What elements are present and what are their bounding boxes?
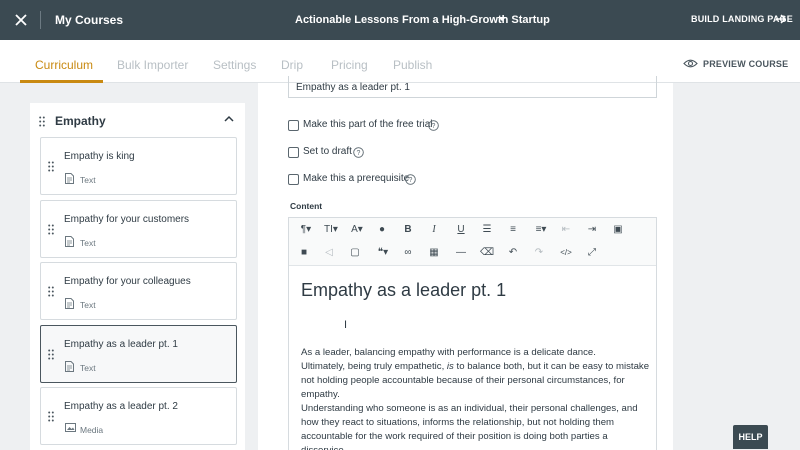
- outdent-icon[interactable]: ⇤: [559, 223, 573, 237]
- text-document-icon: [65, 173, 74, 184]
- svg-text:?: ?: [409, 177, 413, 184]
- drag-handle-icon[interactable]: [48, 224, 54, 235]
- prerequisite-label: Make this a prerequisite: [303, 173, 410, 184]
- body-line: Understanding who someone is as an indiv…: [301, 403, 638, 450]
- clear-format-icon[interactable]: ⌫: [480, 246, 494, 260]
- underline-icon[interactable]: U: [454, 223, 468, 237]
- align-icon[interactable]: ≡▾: [532, 223, 550, 237]
- bullet-list-icon[interactable]: ☰: [480, 223, 494, 237]
- lesson-type: Text: [80, 175, 96, 185]
- lesson-title-field[interactable]: Empathy as a leader pt. 1: [288, 76, 657, 98]
- preview-course-label: PREVIEW COURSE: [703, 59, 789, 69]
- chevron-down-icon[interactable]: [498, 16, 506, 22]
- audio-icon[interactable]: ◁: [322, 246, 336, 260]
- my-courses-link[interactable]: My Courses: [55, 13, 123, 27]
- lesson-item[interactable]: Empathy for your customers Text: [40, 200, 237, 258]
- fullscreen-icon[interactable]: ⤢: [585, 246, 599, 260]
- tab-drip[interactable]: Drip: [281, 58, 303, 72]
- quote-icon[interactable]: ❝▾: [373, 246, 393, 260]
- close-icon[interactable]: [12, 11, 30, 29]
- text-document-icon: [65, 361, 74, 372]
- lesson-item[interactable]: Empathy for your colleagues Text: [40, 262, 237, 320]
- section-title[interactable]: Empathy: [55, 114, 106, 128]
- italic-icon[interactable]: I: [427, 223, 441, 237]
- right-margin: [673, 83, 800, 450]
- eye-icon: [683, 59, 698, 68]
- chevron-up-icon[interactable]: [224, 115, 234, 122]
- lesson-item[interactable]: Empathy is king Text: [40, 137, 237, 195]
- free-trial-label: Make this part of the free trial: [303, 119, 433, 130]
- code-view-icon[interactable]: </>: [559, 246, 573, 260]
- video-icon[interactable]: ■: [297, 246, 311, 260]
- drag-handle-icon[interactable]: [48, 411, 54, 422]
- media-icon: [65, 423, 76, 432]
- prerequisite-checkbox[interactable]: [288, 174, 299, 185]
- svg-text:?: ?: [432, 123, 436, 130]
- tab-bulk-importer[interactable]: Bulk Importer: [117, 58, 188, 72]
- course-title-dropdown[interactable]: Actionable Lessons From a High-Growth St…: [295, 14, 550, 26]
- highlight-icon[interactable]: ●: [375, 223, 389, 237]
- lesson-type: Media: [80, 425, 104, 435]
- drag-handle-icon[interactable]: [48, 349, 54, 360]
- tab-curriculum[interactable]: Curriculum: [35, 58, 93, 72]
- file-icon[interactable]: ▢: [348, 246, 362, 260]
- help-circle-icon[interactable]: ?: [405, 174, 416, 185]
- text-document-icon: [65, 236, 74, 247]
- font-color-icon[interactable]: A▾: [348, 223, 366, 237]
- top-bar: My Courses Actionable Lessons From a Hig…: [0, 0, 800, 40]
- lesson-title: Empathy for your colleagues: [64, 276, 191, 287]
- lesson-title: Empathy as a leader pt. 1: [64, 339, 178, 350]
- editor-toolbar: ¶▾ TI▾ A▾ ● B I U ☰ ≡ ≡▾ ⇤ ⇥ ▣ ■ ◁ ▢ ❝▾ …: [289, 218, 656, 266]
- redo-icon[interactable]: ↷: [532, 246, 546, 260]
- numbered-list-icon[interactable]: ≡: [506, 223, 520, 237]
- table-icon[interactable]: ▦: [427, 246, 441, 260]
- drag-handle-icon[interactable]: [39, 116, 45, 127]
- image-icon[interactable]: ▣: [611, 223, 625, 237]
- lesson-type: Text: [80, 363, 96, 373]
- body-line: Ultimately, being truly empathetic, is t…: [301, 361, 650, 400]
- content-label: Content: [290, 201, 323, 211]
- bold-icon[interactable]: B: [401, 223, 415, 237]
- help-circle-icon[interactable]: ?: [428, 120, 439, 131]
- rich-text-editor[interactable]: ¶▾ TI▾ A▾ ● B I U ☰ ≡ ≡▾ ⇤ ⇥ ▣ ■ ◁ ▢ ❝▾ …: [288, 217, 657, 450]
- lesson-type: Text: [80, 300, 96, 310]
- horizontal-rule-icon[interactable]: —: [454, 246, 468, 260]
- lesson-item[interactable]: Empathy as a leader pt. 2 Media: [40, 387, 237, 445]
- svg-text:?: ?: [357, 150, 361, 157]
- arrow-right-icon[interactable]: [775, 13, 787, 25]
- active-tab-indicator: [20, 80, 103, 83]
- font-size-icon[interactable]: TI▾: [322, 223, 340, 237]
- lesson-type: Text: [80, 238, 96, 248]
- lesson-item-selected[interactable]: Empathy as a leader pt. 1 Text: [40, 325, 237, 383]
- lesson-editor: Empathy as a leader pt. 1 Make this part…: [258, 76, 673, 450]
- link-icon[interactable]: ∞: [401, 246, 415, 260]
- divider: [40, 11, 41, 29]
- help-circle-icon[interactable]: ?: [353, 147, 364, 158]
- lesson-title: Empathy as a leader pt. 2: [64, 401, 178, 412]
- undo-icon[interactable]: ↶: [506, 246, 520, 260]
- free-trial-checkbox[interactable]: [288, 120, 299, 131]
- help-button[interactable]: HELP: [733, 425, 768, 449]
- paragraph-format-icon[interactable]: ¶▾: [297, 223, 315, 237]
- tab-settings[interactable]: Settings: [213, 58, 256, 72]
- draft-checkbox[interactable]: [288, 147, 299, 158]
- drag-handle-icon[interactable]: [48, 161, 54, 172]
- lesson-title: Empathy for your customers: [64, 214, 190, 225]
- content-heading: Empathy as a leader pt. 1: [301, 280, 507, 300]
- lesson-title: Empathy is king: [64, 151, 135, 162]
- curriculum-sidebar: Empathy Empathy is king Text Empathy for…: [30, 103, 245, 450]
- indent-icon[interactable]: ⇥: [585, 223, 599, 237]
- body-line: As a leader, balancing empathy with perf…: [301, 347, 596, 358]
- draft-label: Set to draft: [303, 146, 352, 157]
- text-document-icon: [65, 298, 74, 309]
- text-cursor-icon: I: [344, 319, 348, 331]
- tab-publish[interactable]: Publish: [393, 58, 432, 72]
- drag-handle-icon[interactable]: [48, 286, 54, 297]
- tab-pricing[interactable]: Pricing: [331, 58, 368, 72]
- content-body: As a leader, balancing empathy with perf…: [301, 346, 651, 450]
